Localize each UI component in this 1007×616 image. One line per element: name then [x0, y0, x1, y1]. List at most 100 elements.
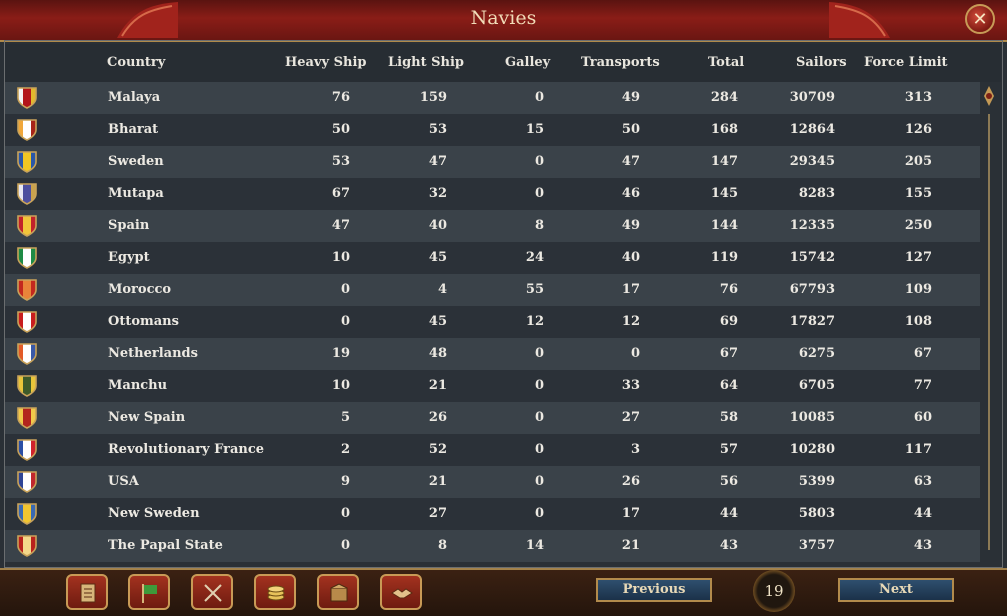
header-sailors[interactable]: Sailors	[796, 55, 847, 70]
cell-total: 67	[719, 346, 738, 361]
country-name[interactable]: Revolutionary France	[108, 442, 264, 457]
country-flag-icon	[17, 503, 37, 525]
table-row[interactable]: Morocco 0 4 55 17 76 67793 109	[5, 274, 980, 306]
diplomacy-button[interactable]	[380, 574, 422, 610]
country-name[interactable]: Bharat	[108, 122, 158, 137]
cell-heavy: 50	[331, 122, 350, 137]
table-row[interactable]: New Spain 5 26 0 27 58 10085 60	[5, 402, 980, 434]
country-flag-icon	[17, 375, 37, 397]
cell-sailors: 30709	[789, 90, 835, 105]
header-country[interactable]: Country	[107, 55, 165, 70]
cell-sailors: 10280	[789, 442, 835, 457]
trade-button[interactable]	[317, 574, 359, 610]
country-name[interactable]: Mutapa	[108, 186, 164, 201]
cell-light: 32	[428, 186, 447, 201]
handshake-icon	[391, 588, 413, 599]
cell-galley: 24	[525, 250, 544, 265]
cell-force-limit: 205	[904, 154, 932, 169]
cell-total: 147	[710, 154, 738, 169]
table-row[interactable]: USA 9 21 0 26 56 5399 63	[5, 466, 980, 498]
close-button[interactable]: ✕	[965, 4, 995, 34]
cell-force-limit: 250	[904, 218, 932, 233]
table-row[interactable]: Spain 47 40 8 49 144 12335 250	[5, 210, 980, 242]
country-flag-icon	[17, 247, 37, 269]
country-name[interactable]: The Papal State	[108, 538, 223, 553]
military-button[interactable]	[191, 574, 233, 610]
navies-window: Navies ✕ Country Heavy Ship Light Ship G…	[0, 0, 1007, 616]
country-name[interactable]: Ottomans	[108, 314, 179, 329]
scrollbar[interactable]	[982, 84, 996, 568]
cell-sailors: 12335	[789, 218, 835, 233]
cell-total: 284	[710, 90, 738, 105]
country-name[interactable]: Sweden	[108, 154, 164, 169]
table-row[interactable]: Netherlands 19 48 0 0 67 6275 67	[5, 338, 980, 370]
country-name[interactable]: New Sweden	[108, 506, 200, 521]
header-force-limit[interactable]: Force Limit	[864, 55, 948, 70]
cell-galley: 15	[525, 122, 544, 137]
table-row[interactable]: The Papal State 0 8 14 21 43 3757 43	[5, 530, 980, 562]
country-name[interactable]: USA	[108, 474, 139, 489]
cell-galley: 0	[534, 506, 544, 521]
cell-sailors: 5399	[798, 474, 835, 489]
coins-icon	[267, 585, 285, 601]
cell-transports: 3	[630, 442, 640, 457]
country-name[interactable]: Malaya	[108, 90, 160, 105]
cell-galley: 8	[534, 218, 544, 233]
cell-light: 21	[428, 474, 447, 489]
table-row[interactable]: Egypt 10 45 24 40 119 15742 127	[5, 242, 980, 274]
next-button[interactable]: Next	[838, 578, 954, 602]
country-flag-icon	[17, 151, 37, 173]
cell-heavy: 10	[331, 250, 350, 265]
table-row[interactable]: Malaya 76 159 0 49 284 30709 313	[5, 82, 980, 114]
cell-total: 69	[719, 314, 738, 329]
cell-transports: 21	[621, 538, 640, 553]
cell-galley: 0	[534, 346, 544, 361]
economy-button[interactable]	[254, 574, 296, 610]
header-galley[interactable]: Galley	[505, 55, 550, 70]
cell-heavy: 0	[340, 314, 350, 329]
table-row[interactable]: Bharat 50 53 15 50 168 12864 126	[5, 114, 980, 146]
header-light-ship[interactable]: Light Ship	[388, 55, 464, 70]
flag-button[interactable]	[128, 574, 170, 610]
table-row[interactable]: Revolutionary France 2 52 0 3 57 10280 117	[5, 434, 980, 466]
cell-force-limit: 126	[904, 122, 932, 137]
cell-sailors: 3757	[798, 538, 835, 553]
cell-force-limit: 313	[904, 90, 932, 105]
trade-goods-icon	[330, 583, 348, 602]
previous-button[interactable]: Previous	[596, 578, 712, 602]
table-row[interactable]: Ottomans 0 45 12 12 69 17827 108	[5, 306, 980, 338]
header-total[interactable]: Total	[708, 55, 744, 70]
cell-light: 27	[428, 506, 447, 521]
scroll-up-icon[interactable]	[982, 84, 996, 114]
cell-transports: 47	[621, 154, 640, 169]
table-row[interactable]: Sweden 53 47 0 47 147 29345 205	[5, 146, 980, 178]
cell-heavy: 0	[340, 282, 350, 297]
table-row[interactable]: Manchu 10 21 0 33 64 6705 77	[5, 370, 980, 402]
cell-heavy: 10	[331, 378, 350, 393]
page-number: 19	[753, 570, 795, 612]
country-name[interactable]: New Spain	[108, 410, 185, 425]
scroll-track[interactable]	[988, 114, 990, 550]
ledger-button[interactable]	[66, 574, 108, 610]
cell-total: 168	[710, 122, 738, 137]
country-name[interactable]: Morocco	[108, 282, 171, 297]
country-name[interactable]: Manchu	[108, 378, 167, 393]
cell-galley: 0	[534, 154, 544, 169]
country-name[interactable]: Spain	[108, 218, 149, 233]
country-name[interactable]: Netherlands	[108, 346, 198, 361]
table-row[interactable]: New Sweden 0 27 0 17 44 5803 44	[5, 498, 980, 530]
cell-galley: 0	[534, 378, 544, 393]
cell-light: 21	[428, 378, 447, 393]
country-flag-icon	[17, 215, 37, 237]
cell-sailors: 6705	[798, 378, 835, 393]
cell-transports: 0	[630, 346, 640, 361]
header-heavy-ship[interactable]: Heavy Ship	[285, 55, 366, 70]
country-flag-icon	[17, 183, 37, 205]
table-row[interactable]: Mutapa 67 32 0 46 145 8283 155	[5, 178, 980, 210]
cell-galley: 0	[534, 474, 544, 489]
cell-light: 159	[419, 90, 447, 105]
header-transports[interactable]: Transports	[581, 55, 660, 70]
cell-light: 47	[428, 154, 447, 169]
cell-transports: 33	[621, 378, 640, 393]
country-name[interactable]: Egypt	[108, 250, 150, 265]
